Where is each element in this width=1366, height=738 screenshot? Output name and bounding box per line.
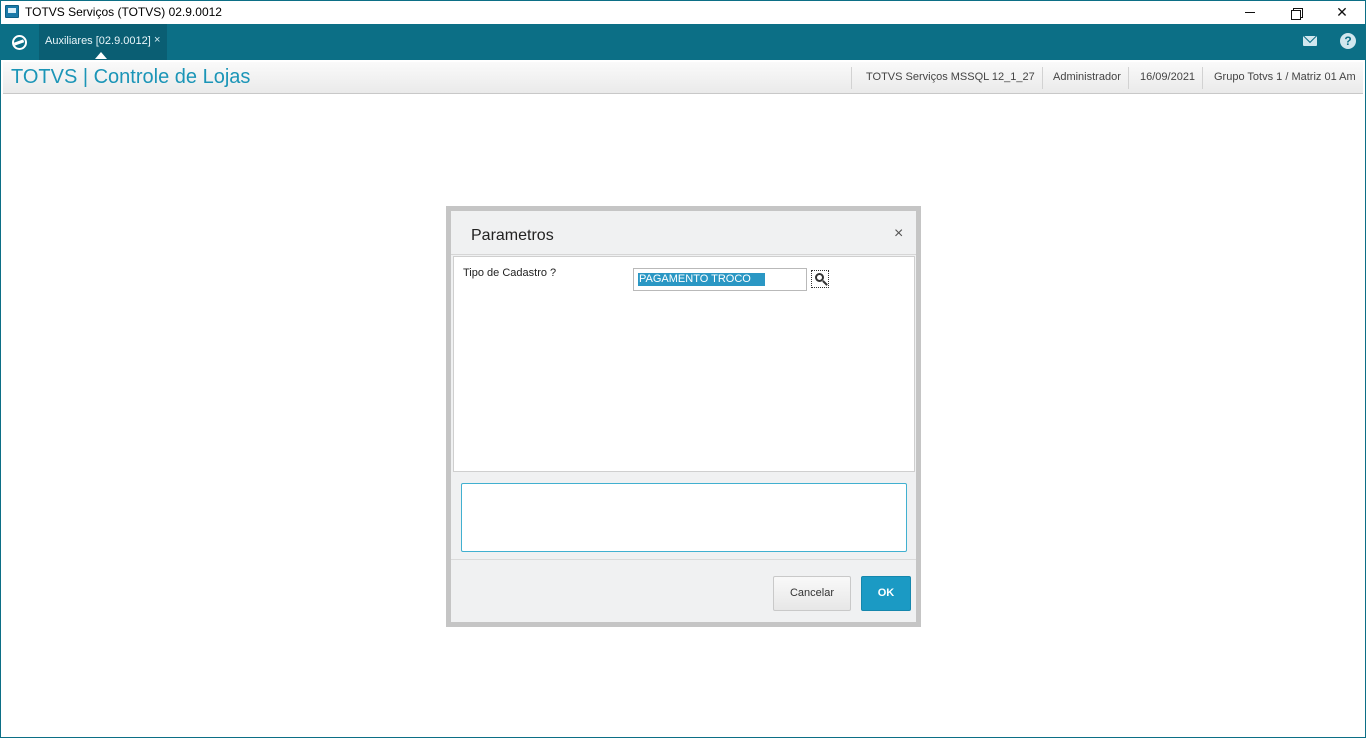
header-divider xyxy=(1128,67,1129,89)
dialog-footer-divider xyxy=(451,559,916,560)
ok-button[interactable]: OK xyxy=(861,576,911,611)
module-header: TOTVS | Controle de Lojas TOTVS Serviços… xyxy=(3,62,1363,94)
help-button[interactable]: ? xyxy=(1339,32,1357,50)
minimize-button[interactable] xyxy=(1227,1,1273,24)
tab-close-icon[interactable]: × xyxy=(154,34,160,46)
search-icon-handle xyxy=(822,280,828,286)
parameters-dialog-frame: Parametros × Tipo de Cadastro ? PAGAMENT… xyxy=(446,206,921,627)
title-bar: TOTVS Serviços (TOTVS) 02.9.0012 ✕ xyxy=(1,1,1365,24)
window-title: TOTVS Serviços (TOTVS) 02.9.0012 xyxy=(25,5,222,19)
lookup-button[interactable] xyxy=(811,270,829,288)
help-icon: ? xyxy=(1340,33,1356,49)
user-label: Administrador xyxy=(1053,71,1121,83)
header-divider xyxy=(851,67,852,89)
maximize-icon xyxy=(1291,7,1303,20)
totvs-logo-icon[interactable] xyxy=(9,32,29,52)
dialog-title-divider xyxy=(451,254,916,255)
close-window-button[interactable]: ✕ xyxy=(1319,1,1365,24)
mail-button[interactable] xyxy=(1301,32,1319,50)
tipo-cadastro-field[interactable]: PAGAMENTO TROCO xyxy=(633,268,807,291)
close-icon: ✕ xyxy=(1336,4,1348,20)
tab-bar: Auxiliares [02.9.0012] × ? xyxy=(1,24,1365,60)
cancel-button[interactable]: Cancelar xyxy=(773,576,851,611)
parameters-dialog: Parametros × Tipo de Cadastro ? PAGAMENT… xyxy=(451,211,916,622)
mail-icon xyxy=(1303,36,1317,46)
dialog-close-icon[interactable]: × xyxy=(894,225,903,243)
app-icon xyxy=(5,5,19,18)
parameters-panel: Tipo de Cadastro ? PAGAMENTO TROCO xyxy=(453,256,915,472)
environment-label: TOTVS Serviços MSSQL 12_1_27 xyxy=(866,71,1035,83)
header-divider xyxy=(1042,67,1043,89)
param-label-tipo-cadastro: Tipo de Cadastro ? xyxy=(463,267,557,279)
branch-label: Grupo Totvs 1 / Matriz 01 Am xyxy=(1214,71,1356,83)
date-label: 16/09/2021 xyxy=(1140,71,1196,83)
app-window: TOTVS Serviços (TOTVS) 02.9.0012 ✕ Auxil… xyxy=(0,0,1366,738)
parameter-help-box xyxy=(461,483,907,552)
header-divider xyxy=(1202,67,1203,89)
active-tab-indicator xyxy=(95,52,107,59)
tab-label: Auxiliares [02.9.0012] xyxy=(45,35,151,47)
maximize-button[interactable] xyxy=(1273,1,1319,24)
tab-auxiliares[interactable]: Auxiliares [02.9.0012] × xyxy=(39,24,167,60)
tipo-cadastro-value: PAGAMENTO TROCO xyxy=(638,273,765,286)
module-title: TOTVS | Controle de Lojas xyxy=(11,66,251,88)
dialog-title: Parametros xyxy=(471,227,554,244)
